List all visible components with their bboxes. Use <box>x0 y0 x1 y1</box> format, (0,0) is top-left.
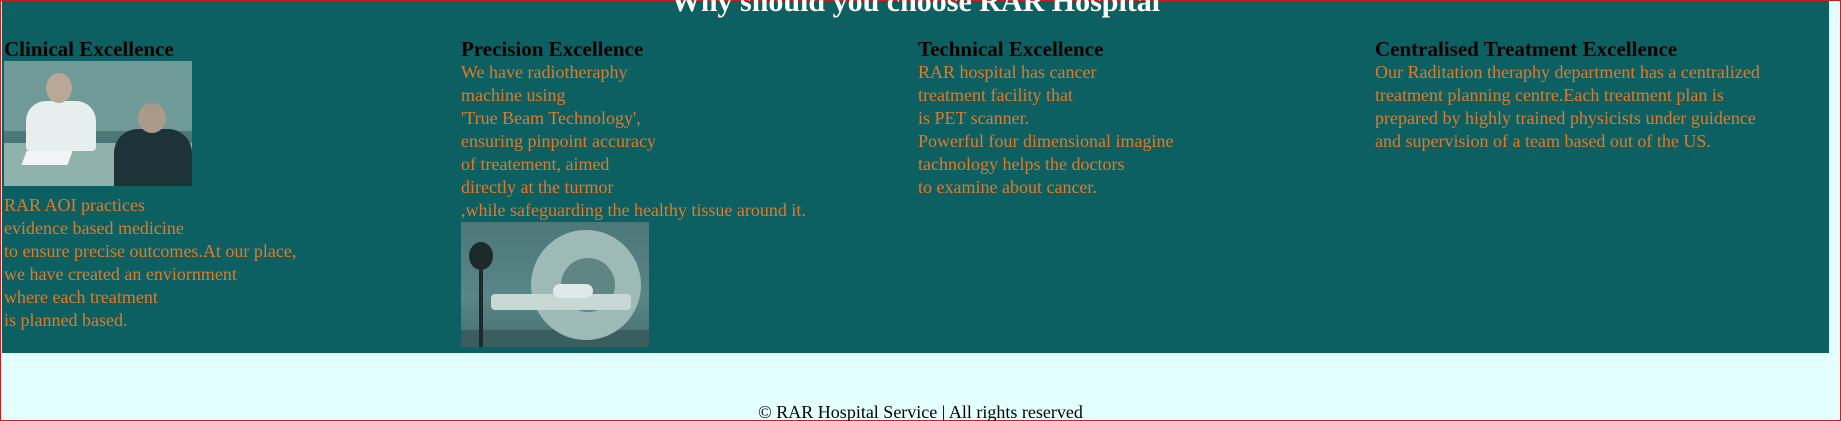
column-text-line: 'True Beam Technology', <box>461 108 641 128</box>
column-text-line: of treatement, aimed <box>461 154 610 174</box>
page-scrollbar[interactable] <box>1831 1 1840 353</box>
column-text-line: treatment facility that <box>918 85 1073 105</box>
footer-copyright: © RAR Hospital Service | All rights rese… <box>758 402 1083 421</box>
column-text-line: prepared by highly trained physicists un… <box>1375 108 1756 128</box>
centralised-treatment-excellence-column: Centralised Treatment Excellence Our Rad… <box>1375 37 1760 153</box>
column-heading: Clinical Excellence <box>4 37 174 61</box>
why-choose-section: Why should you choose RAR Hospital Clini… <box>2 0 1829 353</box>
column-text-line: ,while safeguarding the healthy tissue a… <box>461 200 806 220</box>
column-heading: Precision Excellence <box>461 37 644 61</box>
column-text-line: directly at the turmor <box>461 177 614 197</box>
precision-excellence-column: Precision Excellence We have radiotherap… <box>461 37 806 347</box>
doctor-consultation-photo <box>4 61 192 186</box>
column-text-line: treatment planning centre.Each treatment… <box>1375 85 1724 105</box>
column-heading: Centralised Treatment Excellence <box>1375 37 1678 61</box>
clinical-excellence-column: Clinical Excellence RAR AOI practices ev… <box>4 37 296 332</box>
column-text-line: to examine about cancer. <box>918 177 1097 197</box>
column-text-line: ensuring pinpoint accuracy <box>461 131 656 151</box>
column-text-line: we have created an enviornment <box>4 264 237 284</box>
column-heading: Technical Excellence <box>918 37 1104 61</box>
column-text-line: to ensure precise outcomes.At our place, <box>4 241 297 261</box>
column-text-line: Our Raditation theraphy department has a… <box>1375 62 1760 82</box>
column-text-line: evidence based medicine <box>4 218 184 238</box>
column-text-line: We have radiotheraphy <box>461 62 628 82</box>
column-text-line: RAR hospital has cancer <box>918 62 1097 82</box>
column-text-line: and supervision of a team based out of t… <box>1375 131 1711 151</box>
column-text-line: is planned based. <box>4 310 128 330</box>
page-frame: Why should you choose RAR Hospital Clini… <box>0 0 1841 421</box>
column-text-line: tachnology helps the doctors <box>918 154 1125 174</box>
mri-machine-photo <box>461 222 649 347</box>
column-text-line: where each treatment <box>4 287 158 307</box>
section-title: Why should you choose RAR Hospital <box>670 0 1161 18</box>
column-text-line: machine using <box>461 85 566 105</box>
column-text-line: is PET scanner. <box>918 108 1030 128</box>
technical-excellence-column: Technical Excellence RAR hospital has ca… <box>918 37 1173 199</box>
column-text-line: RAR AOI practices <box>4 195 145 215</box>
column-text-line: Powerful four dimensional imagine <box>918 131 1174 151</box>
